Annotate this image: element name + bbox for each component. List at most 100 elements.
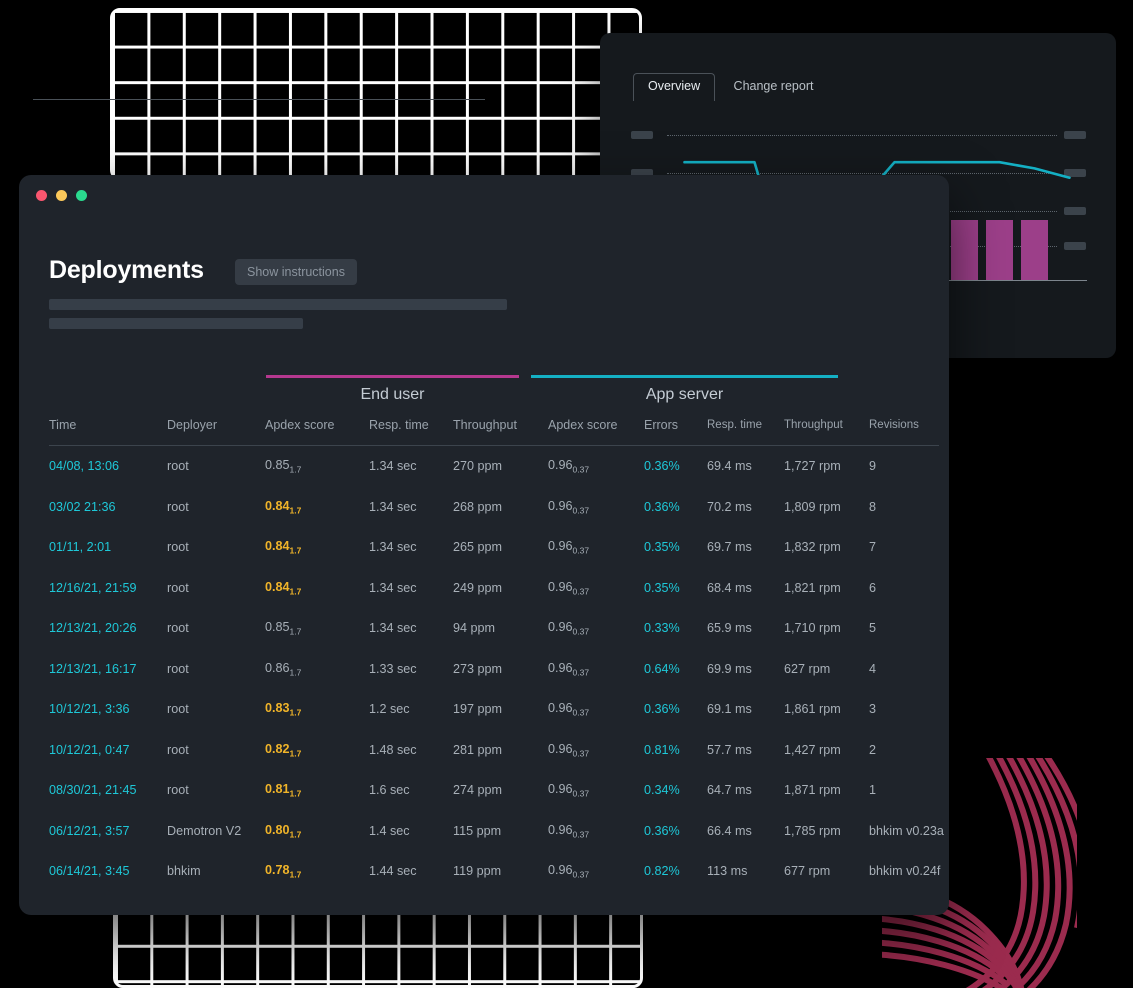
cell-app-server-resp-time: 113 ms — [707, 864, 748, 879]
table-row[interactable]: 04/08, 13:06 root 0.851.7 1.34 sec 270 ppm 0.… — [49, 446, 939, 487]
cell-app-server-apdex: 0.960.37 — [548, 539, 590, 556]
cell-time[interactable]: 12/13/21, 16:17 — [49, 649, 167, 690]
column-header-as-resp-time[interactable]: Resp. time — [707, 418, 784, 446]
cell-time[interactable]: 06/14/21, 3:45 — [49, 851, 167, 892]
cell-app-server-errors[interactable]: 0.33% — [644, 608, 707, 649]
cell-app-server-apdex-threshold: 0.37 — [572, 667, 590, 678]
table-row[interactable]: 12/13/21, 20:26 root 0.851.7 1.34 sec 94 ppm… — [49, 608, 939, 649]
tab-overview[interactable]: Overview — [633, 73, 716, 101]
show-instructions-button[interactable]: Show instructions — [235, 259, 357, 285]
cell-app-server-apdex: 0.960.37 — [548, 579, 590, 597]
chart-tabs: Overview Change report — [633, 73, 1085, 101]
cell-app-server-throughput: 627 rpm — [784, 661, 831, 676]
cell-end-user-throughput: 273 ppm — [453, 661, 503, 676]
cell-app-server-errors[interactable]: 0.36% — [644, 689, 707, 730]
column-header-eu-apdex[interactable]: Apdex score — [265, 418, 369, 446]
cell-app-server-throughput: 677 rpm — [784, 864, 831, 879]
cell-app-server-apdex-threshold: 0.37 — [572, 586, 590, 597]
table-row[interactable]: 06/12/21, 3:57 Demotron V2 0.801.7 1.4 sec 1… — [49, 811, 944, 852]
cell-time[interactable]: 12/13/21, 20:26 — [49, 608, 167, 649]
column-header-as-errors[interactable]: Errors — [644, 418, 707, 446]
cell-end-user-apdex-threshold: 1.7 — [289, 707, 302, 718]
table-row[interactable]: 10/12/21, 0:47 root 0.821.7 1.48 sec 281 ppm… — [49, 730, 939, 771]
cell-end-user-resp-time: 1.34 sec — [369, 580, 417, 595]
cell-time[interactable]: 10/12/21, 3:36 — [49, 689, 167, 730]
cell-end-user-resp-time: 1.34 sec — [369, 459, 417, 474]
cell-revisions: bhkim v0.23a — [869, 823, 944, 838]
table-row[interactable]: 06/14/21, 3:45 bhkim 0.781.7 1.44 sec 119 pp… — [49, 851, 941, 892]
cell-app-server-errors[interactable]: 0.35% — [644, 527, 707, 568]
cell-app-server-errors[interactable]: 0.81% — [644, 730, 707, 771]
y-tick-label-stub-1 — [631, 131, 653, 139]
cell-deployer: Demotron V2 — [167, 823, 242, 838]
cell-app-server-errors[interactable]: 0.82% — [644, 851, 707, 892]
tabs-underline — [33, 99, 485, 100]
cell-end-user-resp-time: 1.34 sec — [369, 499, 417, 514]
table-header: Time Deployer Apdex score Resp. time Thr… — [49, 418, 939, 446]
cell-app-server-apdex-threshold: 0.37 — [572, 829, 590, 840]
cell-app-server-errors[interactable]: 0.36% — [644, 811, 707, 852]
cell-app-server-throughput: 1,821 rpm — [784, 580, 841, 595]
cell-app-server-errors[interactable]: 0.34% — [644, 770, 707, 811]
cell-app-server-resp-time: 57.7 ms — [707, 742, 752, 757]
table-row[interactable]: 03/02 21:36 root 0.841.7 1.34 sec 268 ppm 0.9… — [49, 487, 939, 528]
column-header-eu-resp-time[interactable]: Resp. time — [369, 418, 453, 446]
cell-app-server-apdex: 0.960.37 — [548, 741, 590, 759]
cell-time[interactable]: 12/16/21, 21:59 — [49, 568, 167, 609]
cell-app-server-errors[interactable]: 0.36% — [644, 446, 707, 487]
cell-app-server-errors[interactable]: 0.36% — [644, 487, 707, 528]
cell-app-server-throughput: 1,871 rpm — [784, 783, 841, 798]
cell-time[interactable]: 08/30/21, 21:45 — [49, 770, 167, 811]
cell-time[interactable]: 10/12/21, 0:47 — [49, 730, 167, 771]
cell-end-user-resp-time: 1.44 sec — [369, 864, 417, 879]
cell-end-user-throughput: 197 ppm — [453, 702, 503, 717]
cell-deployer: bhkim — [167, 864, 201, 879]
column-header-revisions[interactable]: Revisions — [869, 418, 939, 446]
cell-time[interactable]: 06/12/21, 3:57 — [49, 811, 167, 852]
column-header-time[interactable]: Time — [49, 418, 167, 446]
cell-app-server-throughput: 1,785 rpm — [784, 823, 841, 838]
cell-end-user-apdex-threshold: 1.7 — [289, 869, 302, 880]
cell-app-server-throughput: 1,809 rpm — [784, 499, 841, 514]
window-maximize-button[interactable] — [76, 190, 87, 201]
cell-end-user-throughput: 265 ppm — [453, 540, 503, 555]
cell-end-user-throughput: 281 ppm — [453, 742, 503, 757]
window-minimize-button[interactable] — [56, 190, 67, 201]
tab-change-report[interactable]: Change report — [720, 74, 828, 101]
cell-app-server-errors[interactable]: 0.35% — [644, 568, 707, 609]
cell-time[interactable]: 04/08, 13:06 — [49, 446, 167, 487]
cell-end-user-apdex-threshold: 1.7 — [289, 586, 302, 597]
column-header-eu-throughput[interactable]: Throughput — [453, 418, 548, 446]
cell-app-server-errors[interactable]: 0.64% — [644, 649, 707, 690]
window-titlebar — [19, 175, 949, 217]
cell-app-server-apdex: 0.960.37 — [548, 660, 590, 678]
cell-deployer: root — [167, 661, 189, 676]
cell-end-user-apdex-threshold: 1.7 — [289, 505, 302, 516]
cell-time[interactable]: 01/11, 2:01 — [49, 527, 167, 568]
cell-revisions: bhkim v0.24f — [869, 864, 941, 879]
table-row[interactable]: 10/12/21, 3:36 root 0.831.7 1.2 sec 197 ppm 0… — [49, 689, 939, 730]
window-close-button[interactable] — [36, 190, 47, 201]
table-row[interactable]: 08/30/21, 21:45 root 0.811.7 1.6 sec 274 ppm… — [49, 770, 939, 811]
column-header-as-throughput[interactable]: Throughput — [784, 418, 869, 446]
cell-end-user-resp-time: 1.48 sec — [369, 742, 417, 757]
cell-app-server-resp-time: 69.4 ms — [707, 459, 752, 474]
table-row[interactable]: 12/13/21, 16:17 root 0.861.7 1.33 sec 273 pp… — [49, 649, 939, 690]
cell-app-server-apdex: 0.960.37 — [548, 458, 590, 475]
table-body: 04/08, 13:06 root 0.851.7 1.34 sec 270 ppm 0.… — [49, 446, 944, 892]
group-label-app-server: App server — [645, 386, 724, 403]
cell-app-server-throughput: 1,727 rpm — [784, 459, 841, 474]
column-header-as-apdex[interactable]: Apdex score — [548, 418, 644, 446]
column-header-deployer[interactable]: Deployer — [167, 418, 265, 446]
table-row[interactable]: 12/16/21, 21:59 root 0.841.7 1.34 sec 249 pp… — [49, 568, 939, 609]
cell-revisions: 2 — [869, 742, 877, 757]
cell-revisions: 7 — [869, 540, 877, 555]
cell-end-user-apdex: 0.831.7 — [265, 701, 302, 718]
group-rule-app-server — [531, 375, 838, 378]
cell-app-server-resp-time: 66.4 ms — [707, 823, 752, 838]
cell-deployer: root — [167, 499, 189, 514]
cell-app-server-apdex-threshold: 0.37 — [572, 626, 590, 637]
decorative-grid-top — [110, 8, 642, 180]
cell-time[interactable]: 03/02 21:36 — [49, 487, 167, 528]
table-row[interactable]: 01/11, 2:01 root 0.841.7 1.34 sec 265 ppm 0.9… — [49, 527, 939, 568]
